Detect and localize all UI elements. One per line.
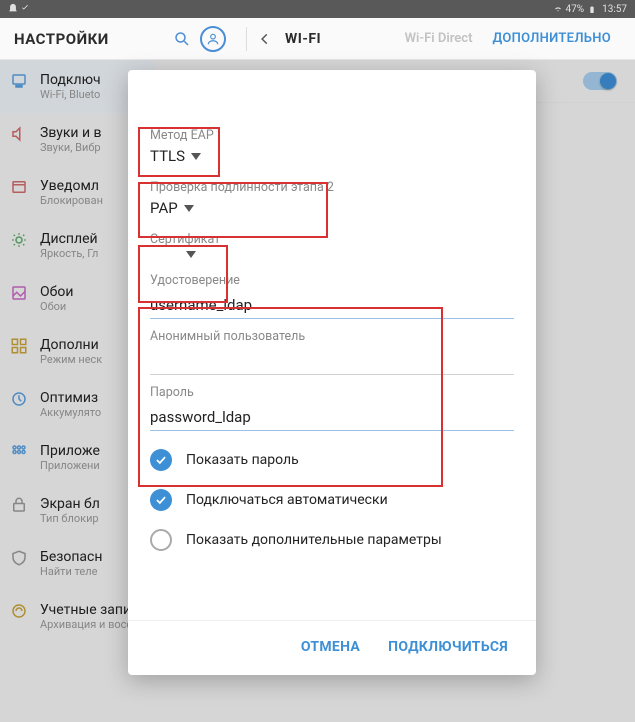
wifi-connect-dialog: Метод EAP TTLS Проверка подлинности этап… xyxy=(128,70,536,675)
password-label: Пароль xyxy=(150,385,514,400)
profile-icon[interactable] xyxy=(200,26,226,52)
battery-percent: 47% xyxy=(566,4,585,15)
chevron-down-icon xyxy=(191,153,201,160)
more-link[interactable]: ДОПОЛНИТЕЛЬНО xyxy=(482,31,621,46)
wifi-direct-link[interactable]: Wi-Fi Direct xyxy=(395,31,483,46)
identity-input[interactable] xyxy=(150,292,514,319)
phase2-select[interactable]: PAP xyxy=(150,199,514,222)
alarm-icon xyxy=(8,3,18,13)
checkbox-checked-icon xyxy=(150,489,172,511)
wifi-icon xyxy=(552,4,562,14)
section-heading: WI-FI xyxy=(285,31,321,47)
eap-method-select[interactable]: TTLS xyxy=(150,147,514,170)
password-input[interactable] xyxy=(150,404,514,431)
anonymous-input[interactable] xyxy=(150,348,514,375)
dialog-actions: ОТМЕНА ПОДКЛЮЧИТЬСЯ xyxy=(128,620,536,675)
auto-connect-row[interactable]: Подключаться автоматически xyxy=(150,489,514,511)
settings-heading: НАСТРОЙКИ xyxy=(14,30,164,48)
show-password-row[interactable]: Показать пароль xyxy=(150,449,514,471)
cancel-button[interactable]: ОТМЕНА xyxy=(301,639,360,655)
auto-connect-label: Подключаться автоматически xyxy=(186,492,388,508)
show-advanced-row[interactable]: Показать дополнительные параметры xyxy=(150,529,514,551)
checkbox-checked-icon xyxy=(150,449,172,471)
chevron-down-icon xyxy=(186,251,196,258)
checkbox-unchecked-icon xyxy=(150,529,172,551)
separator xyxy=(246,27,247,51)
chevron-down-icon xyxy=(184,205,194,212)
show-password-label: Показать пароль xyxy=(186,452,299,468)
eap-method-label: Метод EAP xyxy=(150,128,514,143)
certificate-select[interactable] xyxy=(150,251,514,263)
certificate-label: Сертификат xyxy=(150,232,514,247)
status-bar: 47% 13:57 xyxy=(0,0,635,18)
search-icon[interactable] xyxy=(164,21,200,57)
identity-label: Удостоверение xyxy=(150,273,514,288)
clock: 13:57 xyxy=(602,4,627,15)
eap-method-value: TTLS xyxy=(150,147,185,165)
battery-icon xyxy=(588,4,598,14)
phase2-label: Проверка подлинности этапа 2 xyxy=(150,180,514,195)
check-icon xyxy=(20,3,30,13)
action-bar: НАСТРОЙКИ WI-FI Wi-Fi Direct ДОПОЛНИТЕЛЬ… xyxy=(0,18,635,60)
back-button[interactable] xyxy=(253,32,277,46)
anonymous-label: Анонимный пользователь xyxy=(150,329,514,344)
phase2-value: PAP xyxy=(150,199,178,217)
show-advanced-label: Показать дополнительные параметры xyxy=(186,532,442,548)
connect-button[interactable]: ПОДКЛЮЧИТЬСЯ xyxy=(388,639,508,655)
